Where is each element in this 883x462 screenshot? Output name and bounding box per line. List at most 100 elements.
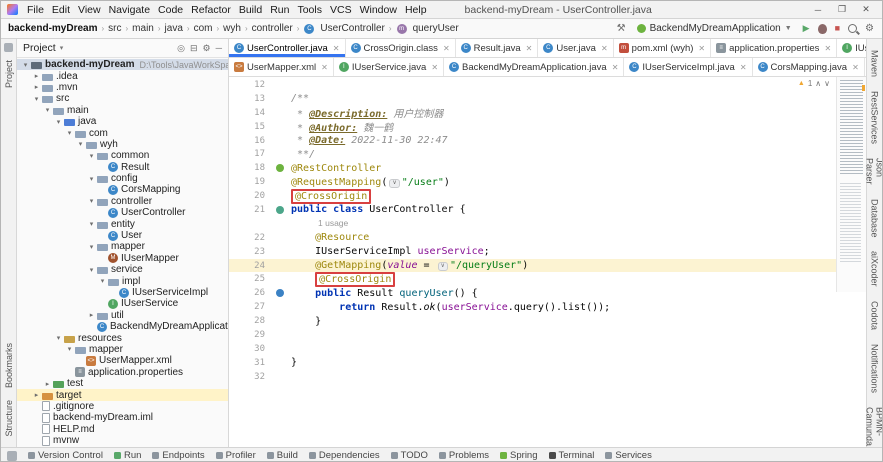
menu-build[interactable]: Build (235, 4, 266, 16)
chevron-right-icon[interactable]: ▸ (43, 380, 52, 388)
statusbar-spring[interactable]: Spring (500, 450, 537, 461)
menu-edit[interactable]: Edit (48, 4, 74, 16)
tree-item[interactable]: <>UserMapper.xml (17, 355, 228, 366)
tree-item[interactable]: ▾common (17, 150, 228, 161)
close-icon[interactable]: ✕ (431, 63, 438, 72)
code-line[interactable]: 26 public Result queryUser() { (229, 286, 866, 300)
breadcrumb-item[interactable]: main (131, 23, 155, 34)
chevron-down-icon[interactable]: ▾ (54, 334, 63, 342)
code-line[interactable]: 12 (229, 78, 866, 92)
tool-stripe-codota[interactable]: Codota (870, 301, 880, 330)
tree-item[interactable]: ▾com (17, 127, 228, 138)
close-icon[interactable]: ✕ (526, 44, 533, 53)
code-line[interactable]: 22 @Resource (229, 231, 866, 245)
tree-item[interactable]: ≡application.properties (17, 367, 228, 378)
tree-item[interactable]: ▾resources (17, 332, 228, 343)
tool-stripe-aixcoder[interactable]: aiXcoder (870, 251, 880, 287)
minimap-preview[interactable] (836, 77, 866, 292)
menu-navigate[interactable]: Navigate (105, 4, 154, 16)
tool-stripe-database[interactable]: Database (870, 199, 880, 238)
close-icon[interactable]: ✕ (601, 44, 608, 53)
tree-item[interactable]: MIUserMapper (17, 253, 228, 264)
editor-tab[interactable]: CCorsMapping.java✕ (753, 58, 865, 76)
code-line[interactable]: 21public class UserController { (229, 203, 866, 217)
tree-item[interactable]: mvnw (17, 435, 228, 446)
chevron-right-icon[interactable]: ▸ (32, 83, 41, 91)
tool-stripe-structure[interactable]: Structure (4, 400, 14, 437)
tree-item[interactable]: ▾service (17, 264, 228, 275)
chevron-down-icon[interactable]: ▾ (32, 95, 41, 103)
menu-help[interactable]: Help (401, 4, 431, 16)
statusbar-todo[interactable]: TODO (391, 450, 428, 461)
chevron-down-icon[interactable]: ▾ (98, 277, 107, 285)
code-line[interactable]: 25 @CrossOrigin (229, 272, 866, 286)
tool-stripe-bpmn-camunda[interactable]: BPMN-Camunda (865, 407, 883, 446)
code-line[interactable]: 23 IUserServiceImpl userService; (229, 245, 866, 259)
tool-windows-icon[interactable] (7, 451, 17, 461)
chevron-down-icon[interactable]: ▾ (87, 220, 96, 228)
chevron-down-icon[interactable]: ▾ (43, 106, 52, 114)
menu-tools[interactable]: Tools (293, 4, 326, 16)
tree-item[interactable]: ▸.mvn (17, 82, 228, 93)
tree-item[interactable]: ▸.idea (17, 70, 228, 81)
tree-item[interactable]: ▾java (17, 116, 228, 127)
editor-tab[interactable]: mpom.xml (wyh)✕ (614, 39, 711, 57)
minimize-button[interactable]: ─ (806, 5, 830, 15)
stop-button[interactable]: ■ (835, 24, 840, 33)
tree-item[interactable]: ▾backend-myDreamD:\Tools\JavaWorkSpace\b… (17, 59, 228, 70)
editor-tab[interactable]: <>UserMapper.xml✕ (229, 58, 334, 76)
breadcrumb-item[interactable]: backend-myDream (7, 23, 98, 34)
tree-item[interactable]: CResult (17, 162, 228, 173)
editor-tab[interactable]: CResult.java✕ (456, 39, 539, 57)
tree-item[interactable]: ▾config (17, 173, 228, 184)
close-icon[interactable]: ✕ (740, 63, 747, 72)
code-line[interactable]: 14 * @Description: 用户控制器 (229, 106, 866, 120)
code-line[interactable]: 28 } (229, 314, 866, 328)
error-stripe-warning-mark[interactable] (862, 85, 865, 91)
breadcrumb-item[interactable]: com (193, 23, 214, 34)
code-line[interactable]: 20@CrossOrigin (229, 189, 866, 203)
chevron-down-icon[interactable]: ▾ (54, 118, 63, 126)
tree-item[interactable]: ▾main (17, 105, 228, 116)
tree-item[interactable]: ▸util (17, 310, 228, 321)
chevron-right-icon[interactable]: ▸ (32, 72, 41, 80)
settings-icon[interactable]: ⚙ (203, 43, 211, 54)
tree-item[interactable]: ▾src (17, 93, 228, 104)
chevron-down-icon[interactable]: ▾ (87, 197, 96, 205)
statusbar-services[interactable]: Services (605, 450, 651, 461)
statusbar-run[interactable]: Run (114, 450, 141, 461)
editor-tab[interactable]: CUser.java✕ (538, 39, 613, 57)
breadcrumb-item[interactable]: java (164, 23, 184, 34)
code-line[interactable]: 13/** (229, 92, 866, 106)
select-opened-file-icon[interactable]: ◎ (177, 43, 185, 54)
code-line[interactable]: 30 (229, 342, 866, 356)
statusbar-endpoints[interactable]: Endpoints (152, 450, 204, 461)
editor-tab[interactable]: CCrossOrigin.class✕ (346, 39, 456, 57)
statusbar-dependencies[interactable]: Dependencies (309, 450, 380, 461)
tool-stripe-bookmarks[interactable]: Bookmarks (4, 343, 14, 388)
code-editor[interactable]: 1213/**14 * @Description: 用户控制器15 * @Aut… (229, 77, 866, 447)
editor-tab[interactable]: ≡application.properties✕ (711, 39, 837, 57)
prev-problem-icon[interactable]: ∧ (815, 79, 821, 88)
tool-stripe-json-parser[interactable]: Json Parser (865, 158, 883, 185)
tool-stripe-restservices[interactable]: RestServices (870, 91, 880, 144)
menu-window[interactable]: Window (356, 4, 401, 16)
settings-gear-icon[interactable]: ⚙ (865, 24, 874, 34)
editor-tab[interactable]: CBackendMyDreamApplication.java✕ (444, 58, 624, 76)
chevron-down-icon[interactable]: ▾ (60, 44, 64, 52)
tree-item[interactable]: ▾wyh (17, 139, 228, 150)
tree-item[interactable]: CUserController (17, 207, 228, 218)
close-icon[interactable]: ✕ (321, 63, 328, 72)
close-icon[interactable]: ✕ (824, 44, 831, 53)
tool-stripe-notifications[interactable]: Notifications (870, 344, 880, 393)
close-button[interactable]: ✕ (854, 4, 878, 15)
tree-item[interactable]: backend-myDream.iml (17, 412, 228, 423)
tree-item[interactable]: ▾mapper (17, 344, 228, 355)
code-line[interactable]: 32 (229, 370, 866, 384)
menu-code[interactable]: Code (154, 4, 187, 16)
inspections-widget[interactable]: ▲ 1 ∧ ∨ (798, 79, 830, 88)
editor-tab[interactable]: IIUserService.java✕ (334, 58, 444, 76)
breadcrumb-item[interactable]: wyh (222, 23, 242, 34)
tree-item[interactable]: CCorsMapping (17, 184, 228, 195)
code-line[interactable]: 16 * @Date: 2022-11-30 22:47 (229, 134, 866, 148)
